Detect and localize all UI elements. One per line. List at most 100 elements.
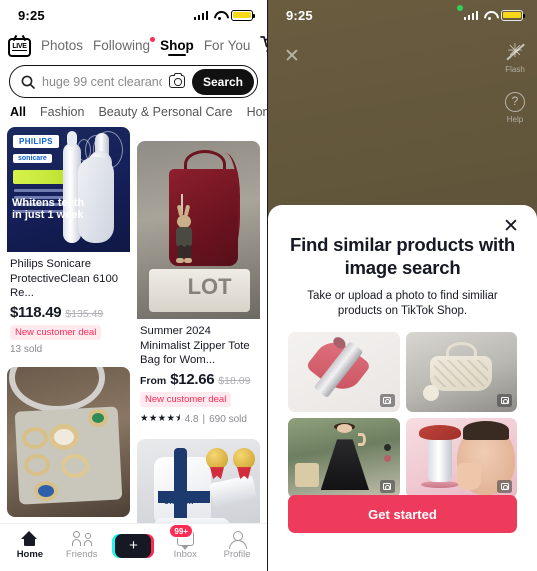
philips-logo: PHILIPS <box>13 135 59 148</box>
tab-inbox[interactable]: 99+ Inbox <box>159 524 211 560</box>
status-time: 9:25 <box>286 7 313 23</box>
rating-divider: | <box>202 413 206 425</box>
get-started-button[interactable]: Get started <box>288 495 517 533</box>
vacuum-nozzle <box>208 474 258 508</box>
search-button[interactable]: Search <box>191 68 254 95</box>
product-image-tote-bag <box>137 141 260 319</box>
model-hand <box>456 462 482 490</box>
product-column-right: Summer 2024 Minimalist Zipper Tote Bag f… <box>137 141 260 571</box>
cart-button[interactable]: 1 <box>260 35 267 59</box>
wifi-icon <box>213 10 226 20</box>
straw-bag <box>294 462 320 487</box>
cellular-signal-icon <box>193 10 208 20</box>
camera-tools: Flash ? Help <box>505 42 525 124</box>
model-arm <box>357 432 367 447</box>
tiktok-shop-feed-screen: 9:25 LIVE Photos Following Shop For You … <box>0 0 268 571</box>
example-tile-beauty-device[interactable] <box>405 417 517 498</box>
nav-tab-for-you[interactable]: For You <box>204 38 251 56</box>
tab-home[interactable]: Home <box>4 531 56 560</box>
sheet-close-button[interactable]: ✕ <box>501 217 521 237</box>
dress-model <box>320 422 370 493</box>
category-tab-beauty[interactable]: Beauty & Personal Care <box>98 105 232 119</box>
help-button[interactable]: ? Help <box>505 92 525 124</box>
product-price: $12.66 <box>170 371 215 389</box>
category-tab-fashion[interactable]: Fashion <box>40 105 84 119</box>
category-tab-all[interactable]: All <box>10 105 26 119</box>
battery-icon <box>501 9 525 21</box>
bunny-foot <box>175 257 184 263</box>
example-tile-handbag[interactable] <box>405 331 517 412</box>
bunny-head <box>176 214 191 228</box>
example-tile-lipstick[interactable] <box>288 331 400 412</box>
status-time: 9:25 <box>18 7 45 23</box>
tab-home-label: Home <box>16 549 44 560</box>
flash-label: Flash <box>505 65 525 74</box>
camera-icon[interactable] <box>168 72 185 88</box>
product-card-rings[interactable] <box>7 367 130 518</box>
example-image-grid <box>288 331 517 498</box>
image-search-sheet: ✕ Find similar products with image searc… <box>268 205 537 571</box>
friends-icon <box>72 531 93 546</box>
help-question-icon: ? <box>505 92 525 112</box>
product-card-tote-bag[interactable]: Summer 2024 Minimalist Zipper Tote Bag f… <box>137 141 260 432</box>
category-filter-bar: All Fashion Beauty & Personal Care Home … <box>0 105 267 127</box>
product-original-price: $18.09 <box>218 375 251 388</box>
product-original-price: $135.49 <box>65 308 104 321</box>
top-navigation: LIVE Photos Following Shop For You 1 <box>0 30 267 62</box>
ring-item <box>48 424 79 451</box>
sheet-subtitle: Take or upload a photo to find similiar … <box>307 289 498 318</box>
black-dress <box>320 439 370 491</box>
product-deal-badge: New customer deal <box>10 325 102 341</box>
background-plate <box>149 269 251 312</box>
package-claim-text: Whitens teeth in just 1 week <box>12 196 85 222</box>
bunny-charm <box>174 204 194 263</box>
tab-create[interactable]: + <box>108 533 160 558</box>
nav-tab-photos-label: Photos <box>41 38 84 53</box>
image-search-badge-icon <box>497 479 512 493</box>
ring-item <box>21 427 48 450</box>
cellular-signal-icon <box>463 10 478 20</box>
ring-item <box>61 454 90 479</box>
device-stand <box>421 481 460 489</box>
status-bar: 9:25 <box>268 0 537 30</box>
create-button[interactable]: + <box>112 533 155 558</box>
example-tile-dress[interactable] <box>288 417 400 498</box>
handbag-body <box>430 355 493 392</box>
nav-tab-for-you-label: For You <box>203 38 251 53</box>
create-plus-icon: + <box>112 533 155 558</box>
glass-bowl <box>9 367 106 413</box>
wifi-icon <box>483 10 496 20</box>
flash-button[interactable]: Flash <box>505 42 525 74</box>
product-title: Summer 2024 Minimalist Zipper Tote Bag f… <box>140 325 250 367</box>
bottom-tab-bar: Home Friends + 99+ Inbox Profile <box>0 523 267 571</box>
tab-profile[interactable]: Profile <box>211 531 263 560</box>
nav-tab-shop[interactable]: Shop <box>160 38 194 56</box>
profile-icon <box>229 531 248 549</box>
nav-tab-shop-label: Shop <box>160 38 194 53</box>
product-title: Philips Sonicare ProtectiveClean 6100 Re… <box>10 258 119 300</box>
product-card-toothbrush[interactable]: PHILIPS sonicare Whitens teeth in just 1 … <box>7 127 130 360</box>
product-deal-badge: New customer deal <box>140 392 232 408</box>
search-input[interactable]: huge 99 cent clearance sal... <box>42 75 162 89</box>
nav-tab-following[interactable]: Following <box>93 37 156 56</box>
category-tab-home[interactable]: Home & <box>247 105 267 119</box>
live-icon[interactable]: LIVE <box>8 37 31 57</box>
product-image-rings <box>7 367 130 518</box>
live-label: LIVE <box>12 43 27 51</box>
notification-dot-icon <box>150 37 156 42</box>
search-bar[interactable]: huge 99 cent clearance sal... Search <box>9 65 258 98</box>
dual-screen-container: 9:25 LIVE Photos Following Shop For You … <box>0 0 537 571</box>
camera-close-button[interactable]: ✕ <box>283 47 301 66</box>
help-label: Help <box>506 115 524 124</box>
bunny-foot <box>183 257 192 263</box>
product-price: $118.49 <box>10 304 62 322</box>
home-icon <box>21 531 38 546</box>
tab-friends[interactable]: Friends <box>56 531 108 560</box>
status-bar: 9:25 <box>0 0 267 30</box>
flash-off-icon <box>505 42 525 62</box>
sonicare-logo: sonicare <box>13 154 52 163</box>
image-search-badge-icon <box>379 393 395 407</box>
nav-tab-photos[interactable]: Photos <box>41 38 83 56</box>
shopping-cart-icon <box>260 36 267 52</box>
product-sold-count: 690 sold <box>209 413 247 425</box>
